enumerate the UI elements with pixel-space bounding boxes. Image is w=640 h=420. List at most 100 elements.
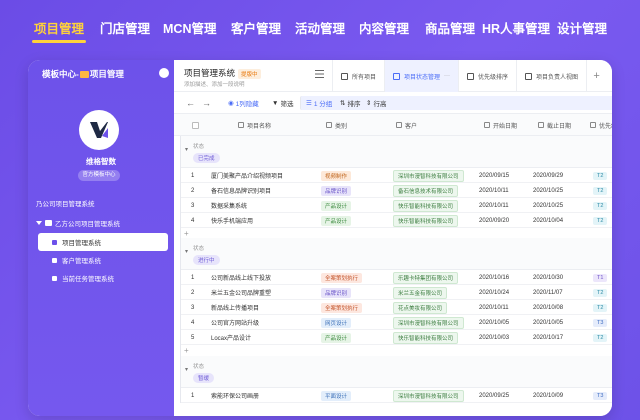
sort-button[interactable]: ⇅ 排序 [340,92,360,114]
select-all-checkbox[interactable] [192,114,199,136]
project-name-cell[interactable]: Locax产品设计 [211,330,251,345]
customer-cell[interactable]: 快乐智能科技有限公司 [393,198,459,213]
caret-down-icon[interactable]: ▾ [185,248,188,255]
category-cell[interactable]: 全案策划执行 [321,300,363,315]
customer-cell[interactable]: 深圳市漫智科技有限公司 [393,388,464,403]
table-row[interactable]: 3 数据采集系统 产品设计 快乐智能科技有限公司 2020/10/11 2020… [181,198,612,213]
nav-item-mcn[interactable]: MCN管理 [163,18,216,37]
project-name-cell[interactable]: 新品线上传播项目 [211,300,259,315]
end-date-cell[interactable]: 2020/10/25 [533,183,563,198]
table-row[interactable]: 2 米兰五金公司品牌重塑 品牌识别 米兰五金有限公司 2020/10/24 20… [181,285,612,300]
nav-item-project[interactable]: 项目管理 [34,18,84,37]
group-header[interactable]: ▾ 状态 进行中 [181,238,612,270]
collapse-sidebar-button[interactable] [159,68,169,78]
priority-cell[interactable]: T2 [593,183,608,198]
nav-item-hr[interactable]: HR人事管理 [482,18,550,37]
nav-item-content[interactable]: 内容管理 [359,18,409,37]
nav-item-goods[interactable]: 商品管理 [425,18,475,37]
tree-node-folder[interactable]: 乙方公司项目管理系统 [36,218,120,228]
column-header-end[interactable]: 截止日期 [538,114,571,136]
end-date-cell[interactable]: 2020/10/04 [533,213,563,228]
column-header-customer[interactable]: 客户 [396,114,417,136]
column-header-category[interactable]: 类别 [326,114,347,136]
priority-cell[interactable]: T2 [593,285,608,300]
priority-cell[interactable]: T2 [593,330,608,345]
priority-cell[interactable]: T3 [593,388,608,403]
end-date-cell[interactable]: 2020/10/30 [533,270,563,285]
end-date-cell[interactable]: 2020/11/07 [533,285,563,300]
group-header[interactable]: ▾ 状态 暂缓 [181,356,612,388]
tree-leaf-customer-system[interactable]: 客户管理系统 [38,251,168,269]
start-date-cell[interactable]: 2020/10/16 [479,270,509,285]
caret-down-icon[interactable]: ▾ [185,366,188,373]
table-row[interactable]: 3 新品线上传播项目 全案策划执行 花点美妆有限公司 2020/10/11 20… [181,300,612,315]
start-date-cell[interactable]: 2020/10/24 [479,285,509,300]
tab-all-projects[interactable]: 所有项目 [332,60,384,92]
tab-status-management[interactable]: 项目状态管理 ··· [384,60,459,92]
priority-cell[interactable]: T2 [593,213,608,228]
tree-leaf-project-system[interactable]: 项目管理系统 [38,233,168,251]
more-icon[interactable]: ··· [444,73,450,79]
redo-button[interactable]: → [202,92,211,114]
tree-leaf-task-system[interactable]: 当前任务管理系统 [38,269,168,287]
project-name-cell[interactable]: 快乐手机端应用 [211,213,253,228]
category-cell[interactable]: 视频制作 [321,168,352,183]
start-date-cell[interactable]: 2020/09/25 [479,388,509,403]
priority-cell[interactable]: T2 [593,198,608,213]
project-name-cell[interactable]: 厦门美聚产品介绍视频项目 [211,168,283,183]
priority-cell[interactable]: T3 [593,315,608,330]
nav-item-store[interactable]: 门店管理 [100,18,150,37]
nav-item-customer[interactable]: 客户管理 [231,18,281,37]
add-view-button[interactable]: + [586,60,606,92]
column-header-name[interactable]: 项目名称 [238,114,271,136]
start-date-cell[interactable]: 2020/10/11 [479,198,509,213]
end-date-cell[interactable]: 2020/10/05 [533,315,563,330]
start-date-cell[interactable]: 2020/10/05 [479,315,509,330]
project-name-cell[interactable]: 米兰五金公司品牌重塑 [211,285,271,300]
priority-cell[interactable]: T2 [593,168,608,183]
start-date-cell[interactable]: 2020/10/11 [479,183,509,198]
menu-icon[interactable] [315,70,324,78]
start-date-cell[interactable]: 2020/10/03 [479,330,509,345]
customer-cell[interactable]: 米兰五金有限公司 [393,285,448,300]
table-row[interactable]: 2 备石信息品牌识别项目 品牌识别 备石信息技术有限公司 2020/10/11 … [181,183,612,198]
column-header-start[interactable]: 开始日期 [484,114,517,136]
nav-item-design[interactable]: 设计管理 [557,18,607,37]
column-header-priority[interactable]: 优先级 [590,114,612,136]
filter-button[interactable]: ▼ 筛选 [272,92,293,114]
table-row[interactable]: 1 厦门美聚产品介绍视频项目 视频制作 深圳市漫智科技有限公司 2020/09/… [181,168,612,183]
category-cell[interactable]: 产品设计 [321,198,352,213]
customer-cell[interactable]: 花点美妆有限公司 [393,300,448,315]
end-date-cell[interactable]: 2020/10/17 [533,330,563,345]
project-name-cell[interactable]: 数据采集系统 [211,198,247,213]
table-row[interactable]: 4 公司官方网站升级 网页设计 深圳市漫智科技有限公司 2020/10/05 2… [181,315,612,330]
customer-cell[interactable]: 备石信息技术有限公司 [393,183,459,198]
start-date-cell[interactable]: 2020/10/11 [479,300,509,315]
project-name-cell[interactable]: 公司新品线上线下投放 [211,270,271,285]
category-cell[interactable]: 全案策划执行 [321,270,363,285]
customer-cell[interactable]: 深圳市漫智科技有限公司 [393,315,464,330]
hidden-fields-button[interactable]: ◉ 1列隐藏 [228,92,259,114]
customer-cell[interactable]: 深圳市漫智科技有限公司 [393,168,464,183]
priority-cell[interactable]: T2 [593,300,608,315]
tab-owner-view[interactable]: 项目负责人视图 [516,60,586,92]
sheet-description[interactable]: 添加描述、添加一段说明 [184,80,245,88]
category-cell[interactable]: 品牌识别 [321,183,352,198]
category-cell[interactable]: 网页设计 [321,315,352,330]
nav-item-activity[interactable]: 活动管理 [295,18,345,37]
project-name-cell[interactable]: 索能环保公司画册 [211,388,259,403]
group-header[interactable]: ▾ 状态 已完成 [181,136,612,168]
customer-cell[interactable]: 快乐智能科技有限公司 [393,330,459,345]
customer-cell[interactable]: 快乐智能科技有限公司 [393,213,459,228]
tree-root[interactable]: 乃公司项目管理系统 [36,198,95,208]
end-date-cell[interactable]: 2020/10/09 [533,388,563,403]
row-height-button[interactable]: ⇕ 行高 [366,92,386,114]
priority-cell[interactable]: T1 [593,270,608,285]
customer-cell[interactable]: 乐趣卡特集团有限公司 [393,270,459,285]
tab-priority[interactable]: 优先级排序 [458,60,516,92]
category-cell[interactable]: 产品设计 [321,330,352,345]
undo-button[interactable]: ← [186,92,195,114]
category-cell[interactable]: 品牌识别 [321,285,352,300]
table-row[interactable]: 5 Locax产品设计 产品设计 快乐智能科技有限公司 2020/10/03 2… [181,330,612,345]
category-cell[interactable]: 平面设计 [321,388,352,403]
